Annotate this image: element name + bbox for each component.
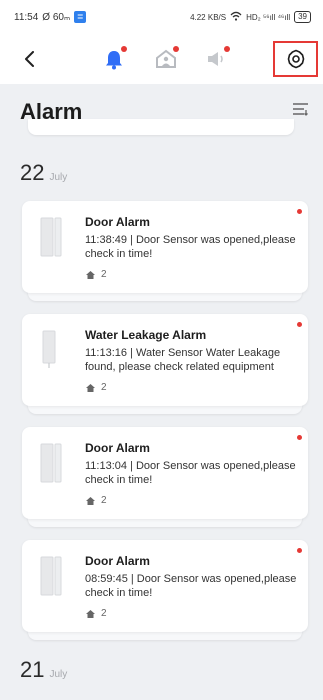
date-header: 22 July [20,160,67,186]
alarm-title: Door Alarm [85,215,150,229]
date-month: July [49,172,68,183]
home-notification-dot [173,46,179,52]
alarm-card-wrapper: Door Alarm 11:13:04 | Door Sensor was op… [22,427,308,527]
door-sensor-icon [40,556,62,596]
unread-dot [297,435,302,440]
chevron-left-icon [25,51,34,67]
unread-dot [297,322,302,327]
alarm-message: 11:13:04 | Door Sensor was opened,please… [85,460,296,486]
top-toolbar [0,34,323,84]
alarm-card[interactable]: Water Leakage Alarm 11:13:16 | Water Sen… [22,314,308,406]
network-speed: 4.22 KB/S [190,12,227,22]
alarm-room: 2 [85,382,107,393]
settings-button[interactable] [273,41,318,77]
battery-icon: 39 [294,11,311,23]
alarm-message: 11:13:16 | Water Sensor Water Leakage fo… [85,347,281,373]
bell-tab[interactable] [101,46,127,72]
alarm-room: 2 [85,269,107,280]
alarm-card-wrapper: Water Leakage Alarm 11:13:16 | Water Sen… [22,314,308,414]
water-sensor-icon [42,330,56,368]
app-notification-icon: ≣ [74,11,87,23]
alarm-room: 2 [85,495,107,506]
status-left: 11:54 Ø 60ₘ ≣ [14,11,87,23]
alarm-card[interactable]: Door Alarm 11:38:49 | Door Sensor was op… [22,201,308,293]
room-number: 2 [101,495,107,506]
room-number: 2 [101,608,107,619]
room-number: 2 [101,382,107,393]
signal-icons: HD₂ ⁵⁶ıll ⁴⁶ıll [246,12,291,22]
room-number: 2 [101,269,107,280]
room-home-icon [86,496,95,505]
status-icons: Ø 60ₘ [42,11,71,23]
gear-icon [287,49,304,69]
status-bar: 11:54 Ø 60ₘ ≣ 4.22 KB/S HD₂ ⁵⁶ıll ⁴⁶ıll … [0,0,323,34]
alarm-title: Door Alarm [85,441,150,455]
wifi-icon [230,11,242,23]
speaker-notification-dot [224,46,230,52]
alarm-card[interactable]: Door Alarm 08:59:45 | Door Sensor was op… [22,540,308,632]
alarm-title: Door Alarm [85,554,150,568]
status-right: 4.22 KB/S HD₂ ⁵⁶ıll ⁴⁶ıll 39 [190,11,311,23]
home-tab[interactable] [153,46,179,72]
bell-notification-dot [121,46,127,52]
previous-card-peek [28,119,294,135]
list-filter-icon [293,103,308,116]
date-day: 21 [20,657,45,682]
unread-dot [297,548,302,553]
list-filter-button[interactable] [292,101,310,117]
status-time: 11:54 [14,11,39,23]
alarm-card-wrapper: Door Alarm 08:59:45 | Door Sensor was op… [22,540,308,640]
date-header: 21 July [20,657,67,683]
alarm-title: Water Leakage Alarm [85,328,207,342]
door-sensor-icon [40,443,62,483]
date-month: July [49,669,68,680]
alarm-card[interactable]: Door Alarm 11:13:04 | Door Sensor was op… [22,427,308,519]
room-home-icon [86,270,95,279]
alarm-message: 11:38:49 | Door Sensor was opened,please… [85,234,296,260]
speaker-tab[interactable] [204,46,230,72]
unread-dot [297,209,302,214]
alarm-message: 08:59:45 | Door Sensor was opened,please… [85,573,297,599]
room-home-icon [86,383,95,392]
back-button[interactable] [18,47,42,71]
alarm-room: 2 [85,608,107,619]
door-sensor-icon [40,217,62,257]
date-day: 22 [20,160,45,185]
room-home-icon [86,609,95,618]
alarm-card-wrapper: Door Alarm 11:38:49 | Door Sensor was op… [22,201,308,301]
